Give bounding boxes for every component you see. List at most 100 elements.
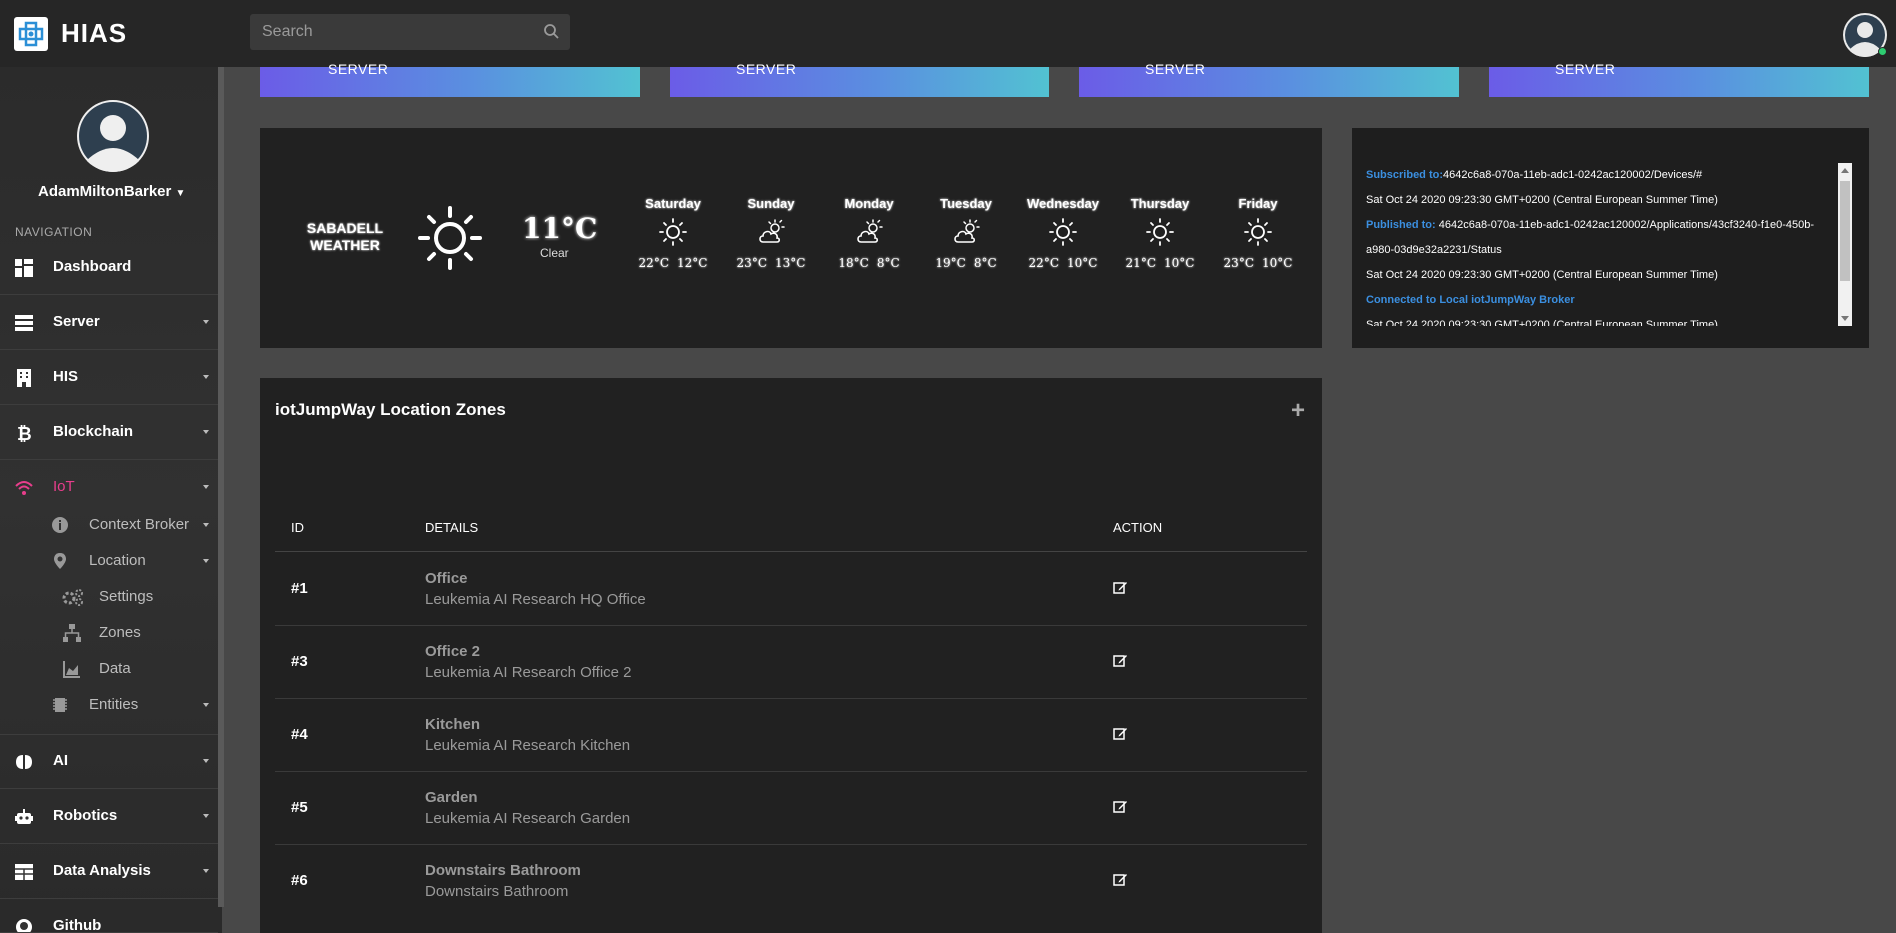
brand-title[interactable]: HIAS	[61, 18, 127, 49]
sidebar-item-github[interactable]: Github	[0, 900, 218, 933]
caret-down-icon	[203, 814, 209, 818]
sidebar-subitem-label: Entities	[89, 696, 139, 713]
caret-down-icon	[203, 485, 209, 489]
console-line: Subscribed to:4642c6a8-070a-11eb-adc1-02…	[1366, 163, 1841, 188]
forecast-day: Monday 18°C 8°C	[829, 196, 909, 270]
scroll-thumb[interactable]	[1840, 181, 1850, 281]
sidebar-subitem-label: Zones	[99, 624, 141, 641]
nav-section-title: NAVIGATION	[15, 225, 93, 239]
sidebar-item-label: AI	[53, 752, 68, 769]
zone-name: Kitchen	[425, 716, 481, 733]
zone-id: #4	[291, 726, 308, 743]
caret-down-icon	[203, 869, 209, 873]
zone-id: #5	[291, 799, 308, 816]
sidebar-subitem-context-broker[interactable]: Context Broker	[0, 507, 218, 543]
forecast-day-name: Thursday	[1130, 196, 1190, 211]
sidebar-item-his[interactable]: HIS	[0, 351, 218, 405]
table-row: #4 Kitchen Leukemia AI Research Kitchen	[275, 699, 1307, 772]
sidebar-item-label: IoT	[53, 478, 75, 495]
caret-down-icon	[203, 375, 209, 379]
table-row: #1 Office Leukemia AI Research HQ Office	[275, 553, 1307, 626]
info-icon	[52, 517, 68, 533]
console-line: Connected to Local iotJumpWay Broker	[1366, 294, 1575, 306]
forecast-day-name: Monday	[844, 196, 894, 211]
search-input[interactable]	[262, 14, 532, 50]
sidebar-subitem-label: Location	[89, 552, 146, 569]
cloud-sun-icon	[857, 219, 883, 243]
caret-down-icon	[203, 523, 209, 527]
sidebar-subitem-settings[interactable]: Settings	[0, 579, 218, 615]
sun-icon	[1244, 218, 1272, 246]
sidebar-subitem-location[interactable]: Location	[0, 543, 218, 579]
bitcoin-icon: ₿	[17, 424, 32, 442]
forecast-day: Thursday 21°C 10°C	[1120, 196, 1200, 270]
edit-icon[interactable]	[1113, 580, 1128, 595]
profile-avatar[interactable]	[77, 100, 149, 172]
edit-icon[interactable]	[1113, 726, 1128, 741]
forecast-low: 10°C	[1262, 256, 1293, 270]
sidebar-item-label: HIS	[53, 368, 79, 385]
cloud-sun-icon	[759, 219, 785, 243]
console-log[interactable]: Subscribed to:4642c6a8-070a-11eb-adc1-02…	[1366, 163, 1841, 326]
sidebar-subitem-label: Context Broker	[89, 516, 190, 533]
sidebar-item-data-analysis[interactable]: Data Analysis	[0, 845, 218, 899]
profile-name-dropdown[interactable]: AdamMiltonBarker ▼	[38, 183, 185, 200]
weather-city: SABADELL WEATHER	[305, 220, 385, 254]
forecast-day-name: Saturday	[645, 196, 701, 211]
edit-icon[interactable]	[1113, 799, 1128, 814]
sidebar-item-label: Robotics	[53, 807, 118, 824]
hias-logo-icon[interactable]	[14, 17, 48, 51]
column-header-id: ID	[291, 520, 304, 535]
sidebar-scrollbar[interactable]	[218, 67, 224, 907]
edit-icon[interactable]	[1113, 653, 1128, 668]
sidebar-item-robotics[interactable]: Robotics	[0, 790, 218, 844]
sidebar-subitem-data[interactable]: Data	[0, 651, 218, 687]
sidebar-item-dashboard[interactable]: Dashboard	[0, 241, 218, 295]
zone-name: Downstairs Bathroom	[425, 862, 581, 879]
forecast-high: 19°C	[935, 256, 966, 270]
online-status-dot	[1878, 47, 1887, 56]
zone-name: Office	[425, 570, 468, 587]
caret-down-icon	[203, 759, 209, 763]
sun-icon	[1146, 218, 1174, 246]
sidebar-item-label: Dashboard	[53, 258, 132, 275]
server-card[interactable]: SERVER	[260, 61, 640, 97]
forecast-low: 8°C	[876, 256, 900, 270]
zones-title: iotJumpWay Location Zones	[275, 400, 506, 419]
sidebar-item-label: Server	[53, 313, 100, 330]
server-card[interactable]: SERVER	[1489, 61, 1869, 97]
server-card-label: SERVER	[736, 61, 797, 77]
sidebar-subitem-zones[interactable]: Zones	[0, 615, 218, 651]
forecast-high: 22°C	[1028, 256, 1059, 270]
scroll-up-icon[interactable]	[1841, 168, 1849, 173]
caret-down-icon	[203, 559, 209, 563]
caret-down-icon	[203, 703, 209, 707]
forecast-low: 13°C	[775, 256, 806, 270]
forecast-day: Friday 23°C 10°C	[1218, 196, 1298, 270]
console-scrollbar[interactable]	[1838, 163, 1852, 326]
sidebar-item-ai[interactable]: AI	[0, 735, 218, 789]
sidebar-item-blockchain[interactable]: ₿ Blockchain	[0, 406, 218, 460]
server-card[interactable]: SERVER	[1079, 61, 1459, 97]
forecast-day: Saturday 22°C 12°C	[633, 196, 713, 270]
search-icon[interactable]	[543, 23, 560, 40]
area-chart-icon	[63, 661, 80, 678]
sitemap-icon	[63, 624, 81, 642]
server-icon	[15, 315, 33, 331]
edit-icon[interactable]	[1113, 872, 1128, 887]
server-card[interactable]: SERVER	[670, 61, 1049, 97]
forecast-day-name: Wednesday	[1026, 196, 1099, 211]
plus-icon[interactable]: +	[1291, 397, 1305, 425]
console-line: a980-03d9e32a2231/Status	[1366, 244, 1502, 256]
column-header-details: DETAILS	[425, 520, 479, 535]
sidebar-subitem-label: Data	[99, 660, 131, 677]
top-navbar: HIAS	[0, 0, 1896, 67]
profile-name: AdamMiltonBarker	[38, 183, 172, 200]
sidebar-subitem-entities[interactable]: Entities	[0, 687, 218, 723]
svg-text:₿: ₿	[17, 424, 32, 442]
dashboard-icon	[15, 259, 33, 277]
console-text: 4642c6a8-070a-11eb-adc1-0242ac120002/App…	[1438, 219, 1815, 231]
scroll-down-icon[interactable]	[1841, 316, 1849, 321]
forecast-day-name: Friday	[1238, 196, 1278, 211]
sidebar-item-server[interactable]: Server	[0, 296, 218, 350]
